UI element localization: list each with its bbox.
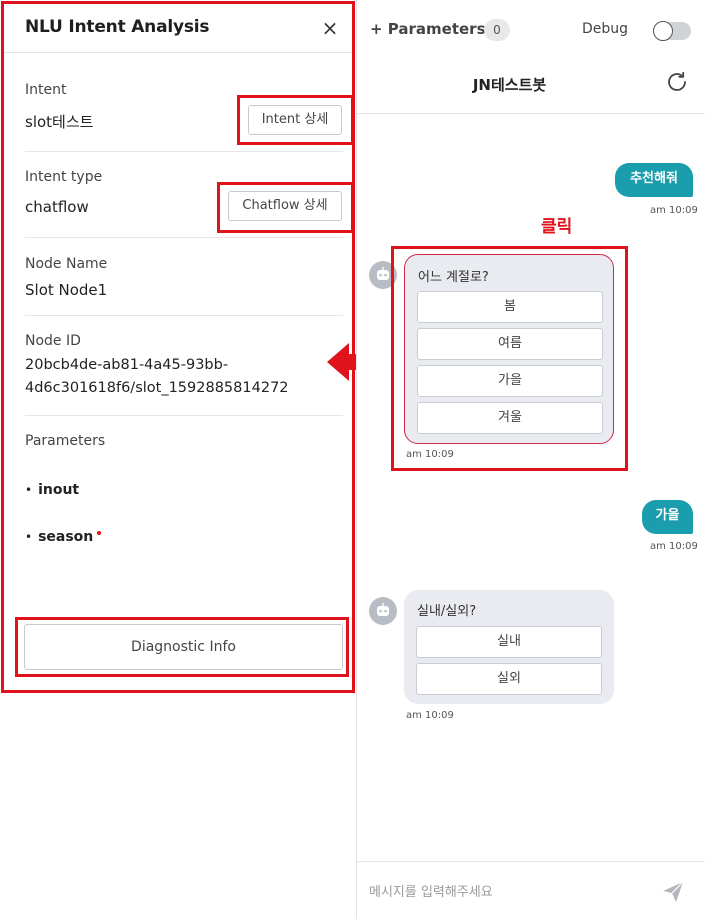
click-annotation-label: 클릭 [541, 217, 573, 237]
parameter-name: season [38, 529, 94, 545]
nlu-intent-analysis-panel: NLU Intent Analysis × Intent slot테스트 Int… [0, 0, 355, 919]
intent-type-label: Intent type [25, 169, 103, 185]
bot-icon [377, 267, 389, 280]
option-button[interactable]: 봄 [417, 291, 603, 323]
bot-avatar [369, 597, 397, 625]
node-id-value-line2: 4d6c301618f6/slot_1592885814272 [25, 380, 289, 396]
message-time: am 10:09 [406, 449, 454, 460]
diagnostic-info-button[interactable]: Diagnostic Info [24, 624, 343, 670]
bot-message: 어느 계절로? 봄 여름 가을 겨울 [404, 254, 614, 444]
bot-question: 어느 계절로? [418, 270, 489, 285]
user-message: 가을 [642, 500, 693, 534]
chatflow-detail-button[interactable]: Chatflow 상세 [228, 191, 342, 221]
panel-title: NLU Intent Analysis [25, 17, 210, 37]
send-icon[interactable] [661, 880, 685, 904]
divider [25, 315, 343, 316]
bot-message: 실내/실외? 실내 실외 [404, 590, 614, 704]
parameters-count-badge: 0 [484, 19, 510, 41]
parameters-tab[interactable]: + Parameters [370, 20, 486, 38]
option-button[interactable]: 실내 [416, 626, 602, 658]
parameter-item-season: • season [25, 529, 102, 545]
bullet: • [25, 483, 33, 497]
bot-avatar [369, 261, 397, 289]
parameter-item-inout: • inout [25, 482, 79, 498]
bullet: • [25, 530, 33, 544]
node-name-value: Slot Node1 [25, 281, 108, 299]
debug-toggle[interactable] [653, 21, 691, 41]
required-indicator [97, 531, 102, 535]
option-button[interactable]: 가을 [417, 365, 603, 397]
node-name-label: Node Name [25, 256, 108, 272]
divider [25, 415, 343, 416]
message-time: am 10:09 [650, 541, 698, 552]
chat-panel: + Parameters 0 Debug JN테스트봇 추천해줘 am 10:0… [356, 0, 705, 919]
refresh-icon[interactable] [665, 70, 689, 94]
option-button[interactable]: 겨울 [417, 402, 603, 434]
divider [25, 237, 343, 238]
bot-question: 실내/실외? [417, 604, 477, 619]
toggle-knob [653, 21, 673, 41]
debug-label: Debug [582, 21, 629, 37]
intent-type-value: chatflow [25, 198, 89, 216]
option-button[interactable]: 실외 [416, 663, 602, 695]
message-time: am 10:09 [650, 205, 698, 216]
parameter-name: inout [38, 482, 80, 498]
message-time: am 10:09 [406, 710, 454, 721]
intent-value: slot테스트 [25, 113, 94, 131]
chat-title: JN테스트봇 [472, 76, 547, 94]
bot-icon [377, 603, 389, 616]
intent-detail-button[interactable]: Intent 상세 [248, 105, 342, 135]
intent-label: Intent [25, 82, 67, 98]
parameters-label: Parameters [25, 433, 106, 449]
chat-header: JN테스트봇 [357, 56, 705, 114]
message-input-bar [357, 861, 705, 919]
node-id-label: Node ID [25, 333, 81, 349]
divider [25, 151, 343, 152]
node-id-value-line1: 20bcb4de-ab81-4a45-93bb- [25, 357, 229, 373]
option-button[interactable]: 여름 [417, 328, 603, 360]
user-message: 추천해줘 [615, 163, 693, 197]
chat-topbar: + Parameters 0 Debug [357, 0, 705, 56]
close-icon[interactable]: × [320, 18, 340, 38]
message-input[interactable] [369, 880, 649, 904]
